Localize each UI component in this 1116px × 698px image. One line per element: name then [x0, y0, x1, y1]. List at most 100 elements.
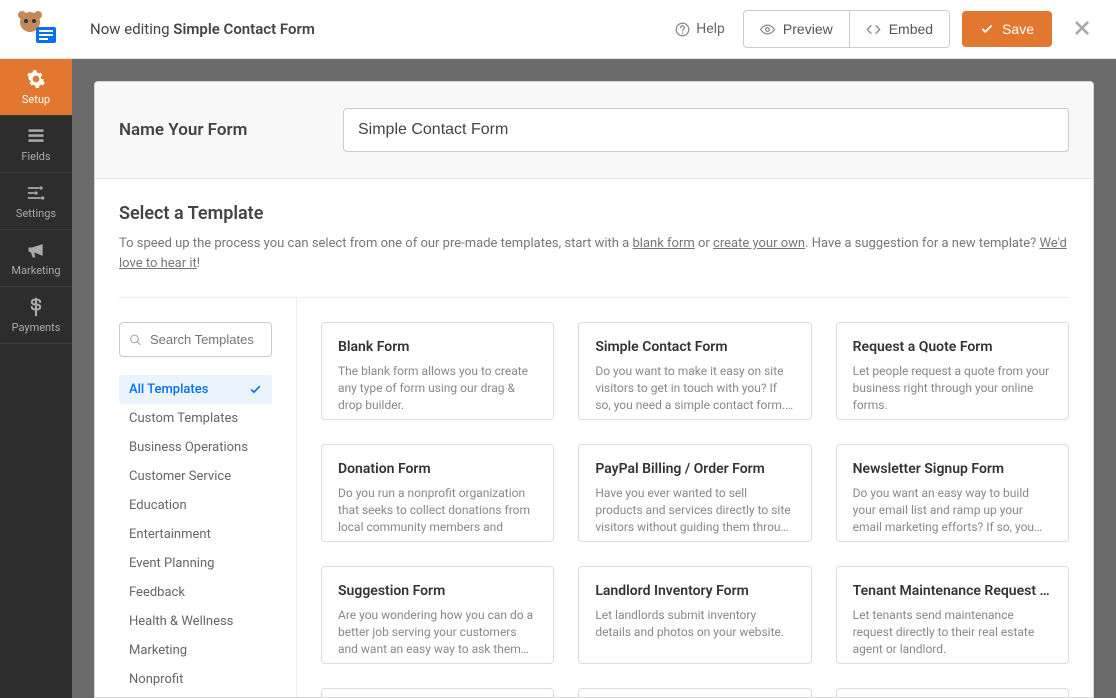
- eye-icon: [760, 22, 775, 37]
- sidebar-label-marketing: Marketing: [11, 264, 60, 277]
- template-card-desc: Have you ever wanted to sell products an…: [595, 485, 794, 535]
- category-business-operations[interactable]: Business Operations: [119, 433, 272, 462]
- create-own-link[interactable]: create your own: [713, 236, 805, 251]
- builder-canvas: Name Your Form Select a Template To spee…: [72, 59, 1116, 698]
- template-card-title: Request a Quote Form: [853, 339, 1052, 355]
- template-card-title: Blank Form: [338, 339, 537, 355]
- category-label: Customer Service: [129, 469, 231, 484]
- template-card-title: Landlord Inventory Form: [595, 583, 794, 599]
- category-list: All Templates Custom Templates Business …: [119, 375, 272, 698]
- template-card-title: PayPal Billing / Order Form: [595, 461, 794, 477]
- template-card-desc: Let people request a quote from your bus…: [853, 363, 1052, 413]
- template-card[interactable]: Request a Quote Form Let people request …: [836, 322, 1069, 420]
- editing-label: Now editing Simple Contact Form: [90, 20, 315, 38]
- template-card[interactable]: Donation Form Do you run a nonprofit org…: [321, 444, 554, 542]
- sidebar-nav: Setup Fields Settings Marketing Payments: [0, 59, 72, 698]
- sidebar-label-setup: Setup: [22, 93, 50, 106]
- template-card-desc: Let landlords submit inventory details a…: [595, 607, 794, 641]
- close-button[interactable]: [1062, 17, 1102, 41]
- template-card-desc: The blank form allows you to create any …: [338, 363, 537, 413]
- sidebar-item-settings[interactable]: Settings: [0, 173, 72, 230]
- template-card[interactable]: Suggestion Form Are you wondering how yo…: [321, 566, 554, 664]
- desc-text-3: . Have a suggestion for a new template?: [805, 236, 1039, 251]
- sidebar-label-fields: Fields: [21, 150, 50, 163]
- sidebar-item-payments[interactable]: Payments: [0, 287, 72, 344]
- template-card[interactable]: Raffle Entry Form Publish this form to g…: [836, 688, 1069, 698]
- category-health-wellness[interactable]: Health & Wellness: [119, 607, 272, 636]
- embed-button[interactable]: Embed: [849, 11, 949, 47]
- category-all-templates[interactable]: All Templates: [119, 375, 272, 404]
- search-templates-wrap: [119, 322, 272, 357]
- topbar: Now editing Simple Contact Form Help Pre…: [0, 0, 1116, 59]
- sliders-icon: [26, 183, 46, 203]
- app-logo[interactable]: [0, 9, 72, 49]
- category-label: Health & Wellness: [129, 614, 233, 629]
- form-name-input[interactable]: [343, 108, 1069, 152]
- save-button[interactable]: Save: [962, 11, 1052, 47]
- bear-logo-icon: [12, 9, 60, 49]
- preview-button[interactable]: Preview: [744, 11, 849, 47]
- help-icon: [675, 22, 690, 37]
- template-card-desc: Let tenants send maintenance request dir…: [853, 607, 1052, 657]
- category-label: Feedback: [129, 585, 185, 600]
- editing-form-name: Simple Contact Form: [173, 20, 315, 38]
- template-cards-grid: Blank Form The blank form allows you to …: [321, 298, 1069, 698]
- list-icon: [26, 126, 46, 146]
- help-label: Help: [696, 21, 725, 37]
- category-entertainment[interactable]: Entertainment: [119, 520, 272, 549]
- category-label: Entertainment: [129, 527, 211, 542]
- template-card-title: Simple Contact Form: [595, 339, 794, 355]
- template-card-desc: Do you want an easy way to build your em…: [853, 485, 1052, 535]
- category-label: Marketing: [129, 643, 187, 658]
- desc-text-1: To speed up the process you can select f…: [119, 236, 632, 251]
- megaphone-icon: [26, 240, 46, 260]
- category-education[interactable]: Education: [119, 491, 272, 520]
- sidebar-label-settings: Settings: [16, 207, 56, 220]
- template-card[interactable]: Landlord Inventory Form Let landlords su…: [578, 566, 811, 664]
- check-icon: [980, 22, 994, 36]
- template-card-title: Tenant Maintenance Request Form: [853, 583, 1052, 599]
- template-card-title: Suggestion Form: [338, 583, 537, 599]
- category-registrations[interactable]: Registrations: [119, 694, 272, 698]
- category-label: All Templates: [129, 382, 208, 397]
- save-label: Save: [1002, 21, 1034, 37]
- desc-text-4: !: [197, 256, 200, 271]
- preview-embed-group: Preview Embed: [743, 10, 950, 48]
- template-section: Select a Template To speed up the proces…: [95, 179, 1093, 698]
- template-card-desc: Do you want to make it easy on site visi…: [595, 363, 794, 413]
- template-card[interactable]: Tenant Maintenance Request Form Let tena…: [836, 566, 1069, 664]
- editing-prefix: Now editing: [90, 20, 173, 38]
- category-customer-service[interactable]: Customer Service: [119, 462, 272, 491]
- category-feedback[interactable]: Feedback: [119, 578, 272, 607]
- category-custom-templates[interactable]: Custom Templates: [119, 404, 272, 433]
- sidebar-item-fields[interactable]: Fields: [0, 116, 72, 173]
- template-card[interactable]: Peer Evaluation Form Get peer performanc…: [578, 688, 811, 698]
- select-template-title: Select a Template: [119, 203, 1069, 224]
- category-label: Nonprofit: [129, 672, 183, 687]
- template-card-title: Newsletter Signup Form: [853, 461, 1052, 477]
- template-card-title: Donation Form: [338, 461, 537, 477]
- code-icon: [866, 22, 881, 37]
- sidebar-item-marketing[interactable]: Marketing: [0, 230, 72, 287]
- dollar-icon: [26, 297, 46, 317]
- help-link[interactable]: Help: [675, 21, 725, 37]
- sidebar-item-setup[interactable]: Setup: [0, 59, 72, 116]
- category-marketing[interactable]: Marketing: [119, 636, 272, 665]
- category-event-planning[interactable]: Event Planning: [119, 549, 272, 578]
- close-icon: [1074, 20, 1090, 36]
- blank-form-link[interactable]: blank form: [632, 236, 694, 251]
- check-icon: [249, 383, 262, 396]
- template-card[interactable]: PayPal Billing / Order Form Have you eve…: [578, 444, 811, 542]
- template-card[interactable]: Newsletter Signup Form Do you want an ea…: [836, 444, 1069, 542]
- template-card[interactable]: Simple Contact Form Do you want to make …: [578, 322, 811, 420]
- category-label: Event Planning: [129, 556, 214, 571]
- category-label: Custom Templates: [129, 411, 238, 426]
- category-nonprofit[interactable]: Nonprofit: [119, 665, 272, 694]
- template-card[interactable]: Quarterly Review Form Let managers and s…: [321, 688, 554, 698]
- template-area: All Templates Custom Templates Business …: [119, 297, 1069, 698]
- template-card-desc: Do you run a nonprofit organization that…: [338, 485, 537, 535]
- setup-panel: Name Your Form Select a Template To spee…: [94, 81, 1094, 698]
- desc-text-2: or: [695, 236, 713, 251]
- template-card[interactable]: Blank Form The blank form allows you to …: [321, 322, 554, 420]
- name-form-section: Name Your Form: [95, 82, 1093, 179]
